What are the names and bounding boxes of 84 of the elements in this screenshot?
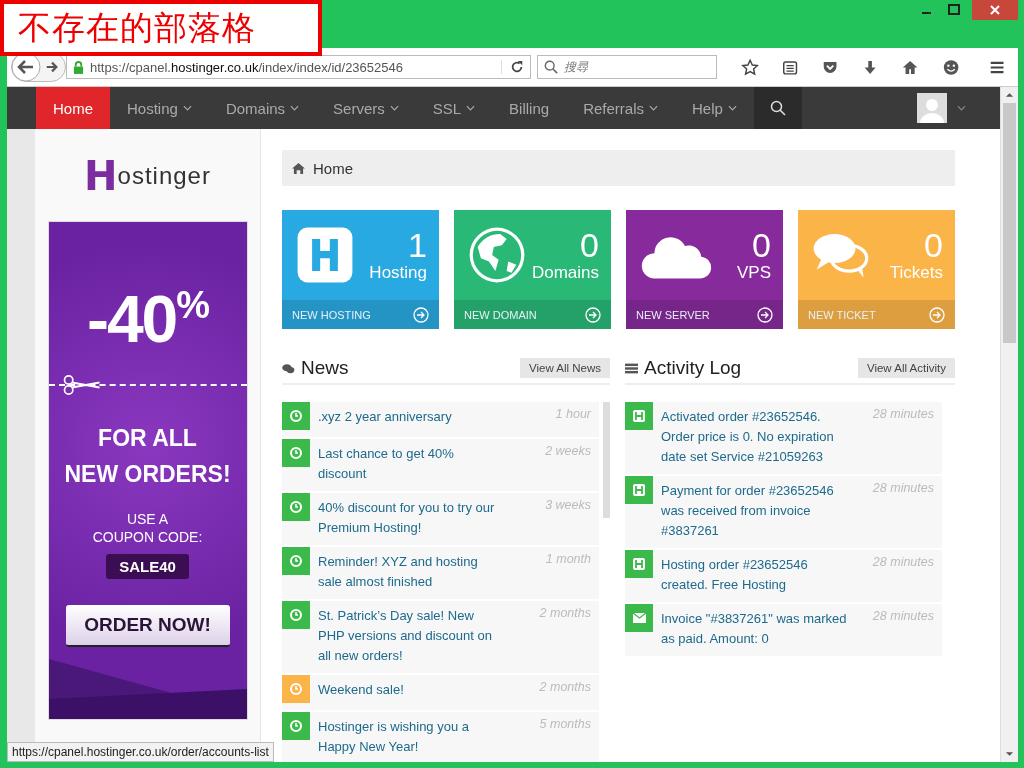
timestamp: 1 hour [555,406,593,423]
view-all-button[interactable]: View All Activity [857,358,955,378]
news-text[interactable]: Weekend sale! [310,675,500,703]
view-all-button[interactable]: View All News [520,358,610,378]
timestamp: 1 month [545,551,592,568]
news-item[interactable]: Last chance to get 40% discount 2 weeks [282,439,599,491]
news-text[interactable]: Hostinger is wishing you a Happy New Year! [310,712,500,757]
news-item[interactable]: .xyz 2 year anniversary 1 hour [282,402,599,437]
url-text: https://cpanel.hostinger.co.uk/index/index/id/23652546 [90,59,404,75]
scroll-up-icon[interactable] [1005,92,1014,98]
search-icon [543,60,558,74]
h-logo-icon [296,226,354,284]
news-item[interactable]: St. Patrick’s Day sale! New PHP versions and discount on all new orders! 2 months [282,601,599,673]
search-button[interactable] [753,87,802,129]
nav-item[interactable]: Hosting [110,87,209,129]
caret-icon[interactable] [957,105,966,111]
tile-count: 0 [923,227,943,263]
news-text[interactable]: 40% discount for you to try our Premium Hosting! [310,493,500,538]
promo-banner[interactable]: -40$^{%}$ FOR ALL NEW ORDERS! USE A COUPON CODE: SALE40 ORDER NOW! [47,221,248,720]
section-title: Activity Log [644,357,742,379]
timestamp: 2 months [539,679,592,696]
annotation-label: 不存在的部落格 [0,0,322,56]
news-text[interactable]: Reminder! XYZ and hosting sale almost finished [310,547,500,592]
nav-item[interactable]: Help [675,87,754,129]
timestamp: 28 minutes [872,608,935,625]
arrow-circle-icon[interactable] [757,306,773,323]
coupon-code: SALE40 [106,554,189,579]
reload-icon[interactable] [500,60,524,74]
news-item[interactable]: Weekend sale! 2 months [282,675,599,710]
tile-count: 0 [579,227,599,263]
timestamp: 3 weeks [545,497,592,514]
activity-text: Activated order #23652546. Order price is 0. No expiration date set Service #21059263 [660,408,835,466]
timestamp: 2 weeks [545,443,592,460]
timestamp: 28 minutes [872,406,935,423]
search-field[interactable]: 搜尋 [536,55,717,79]
stat-tile[interactable]: 0 Domains NEW DOMAIN [454,210,611,329]
news-text[interactable]: St. Patrick’s Day sale! New PHP versions and discount on all new orders! [310,601,500,666]
forward-icon[interactable] [45,60,59,74]
order-button[interactable]: ORDER NOW! [65,605,230,647]
tile-label: VPS [735,263,771,283]
globe-icon [468,226,526,284]
timestamp: 5 months [539,716,592,733]
nav-item[interactable]: Billing [492,87,567,129]
status-url: https://cpanel.hostinger.co.uk/order/accounts-list [7,742,274,762]
tile-count: 1 [407,227,427,263]
activity-text: Hosting order #23652546 created. Free Hosting [660,556,809,594]
tile-label: Tickets [888,263,943,283]
scrollbar-thumb[interactable] [603,402,610,518]
breadcrumb-text[interactable]: Home [313,159,353,177]
nav-item[interactable]: Referrals [566,87,675,129]
section-title: News [301,357,349,379]
timestamp: 2 months [539,605,592,622]
scrollbar[interactable] [1000,87,1018,762]
timestamp: 28 minutes [872,480,935,497]
nav-item[interactable]: Domains [208,87,317,129]
stat-tile[interactable]: 0 VPS NEW SERVER [626,210,783,329]
news-text[interactable]: Last chance to get 40% discount [310,439,500,484]
smiley-icon[interactable] [941,57,960,77]
discount-text: -40$^{%}$ [86,281,209,352]
tile-count: 0 [751,227,771,263]
scroll-down-icon[interactable] [1005,751,1014,757]
stat-tile[interactable]: 1 Hosting NEW HOSTING [282,210,439,329]
address-field[interactable]: https://cpanel.hostinger.co.uk/index/index/id/23652546 [66,55,531,79]
activity-text: Invoice "#3837261" was marked as paid. Amount: 0 [660,610,848,648]
lock-icon [73,60,84,74]
chat-icon [282,362,295,374]
news-item[interactable]: Reminder! XYZ and hosting sale almost finished 1 month [282,547,599,599]
star-icon[interactable] [740,57,759,77]
activity-text: Payment for order #23652546 was received from invoice #3837261 [660,482,835,540]
news-item[interactable]: 40% discount for you to try our Premium Hosting! 3 weeks [282,493,599,545]
coupon-text: USE A COUPON CODE: [92,510,203,546]
tile-label: Hosting [368,263,427,283]
promo-headline: FOR ALL NEW ORDERS! [64,424,231,489]
home-icon[interactable] [292,162,305,174]
search-icon [769,100,786,116]
nav-item[interactable]: SSL [415,87,493,129]
news-text[interactable]: .xyz 2 year anniversary [310,402,500,430]
nav-item[interactable]: Servers [316,87,416,129]
close-icon[interactable] [972,0,1018,20]
list-icon [625,362,638,374]
timestamp: 28 minutes [872,554,935,571]
nav-item[interactable]: Home [36,87,110,129]
news-item[interactable]: Hostinger is wishing you a Happy New Year! 5 months [282,712,599,762]
tile-label: Domains [530,263,599,283]
